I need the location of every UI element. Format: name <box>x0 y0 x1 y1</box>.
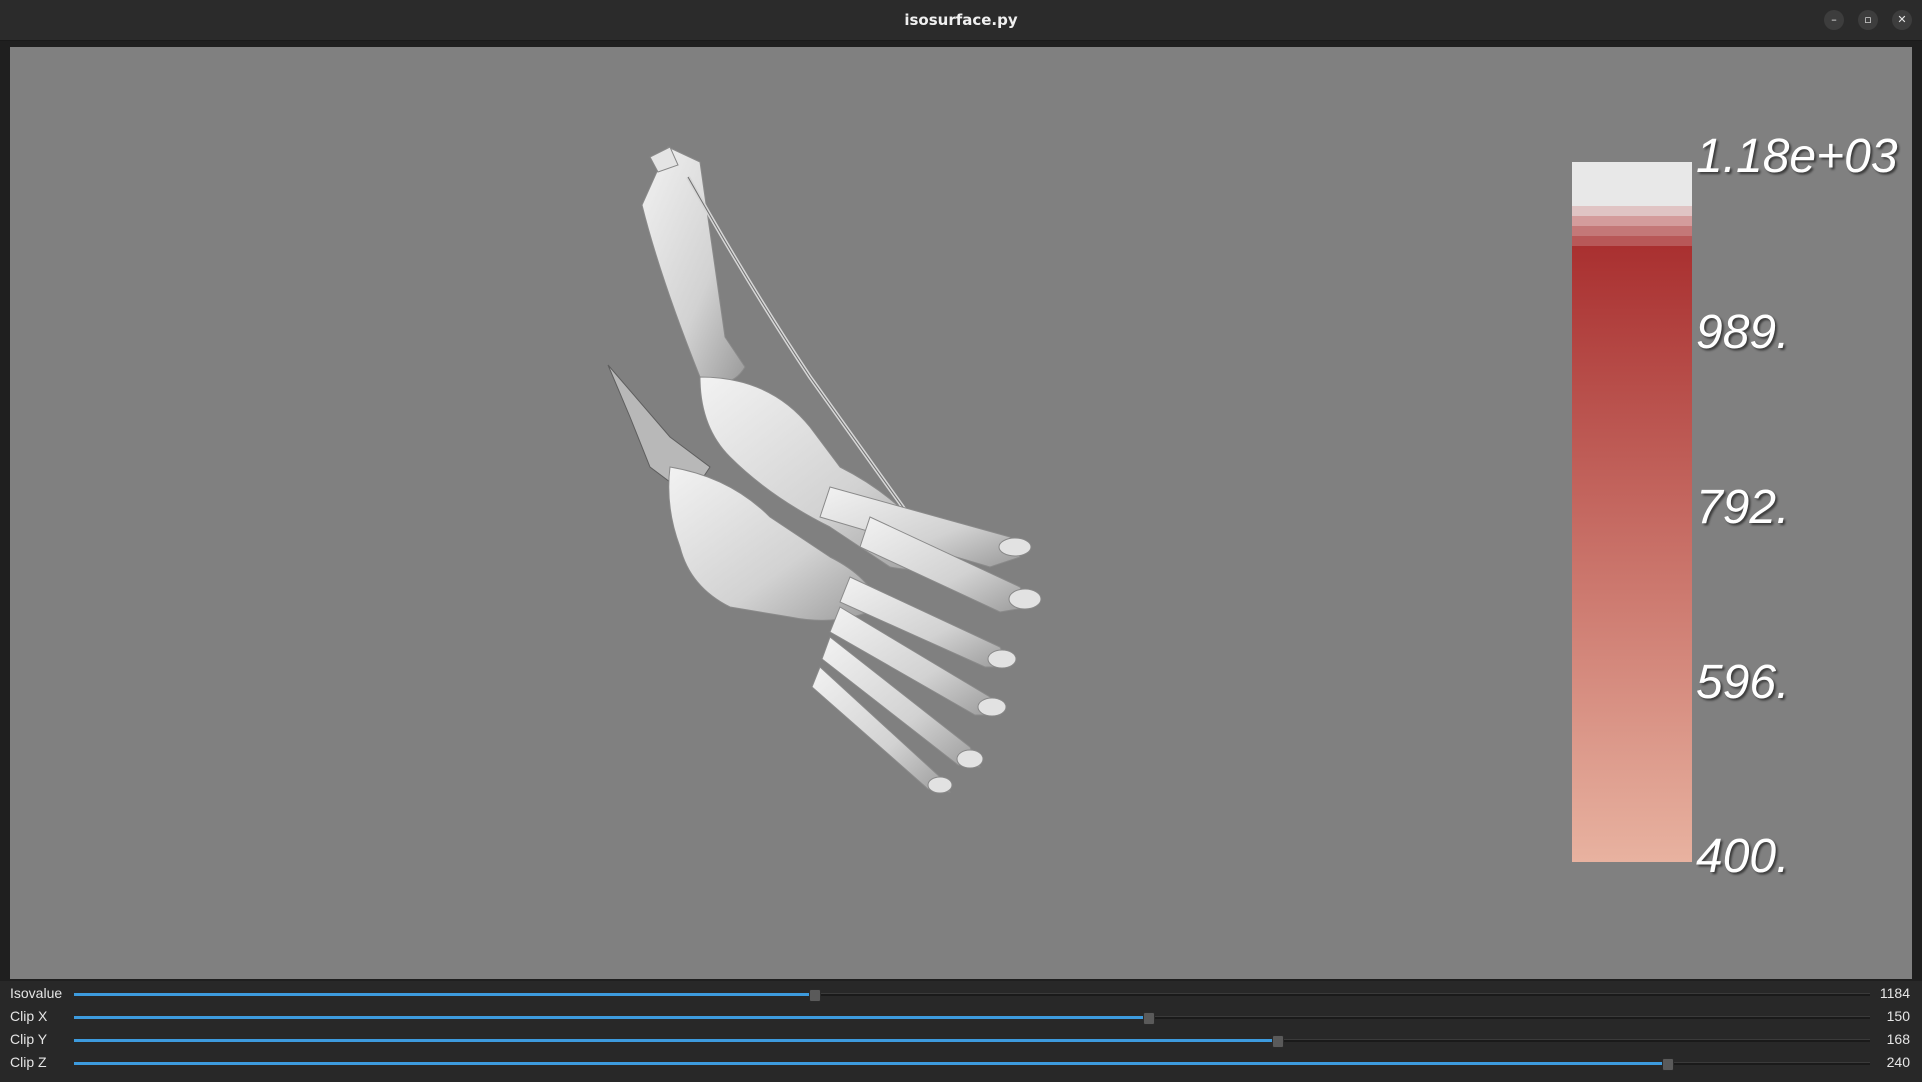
colorbar <box>1572 162 1692 862</box>
clip-y-slider[interactable] <box>74 1035 1870 1048</box>
clip-y-value: 168 <box>1886 1031 1910 1047</box>
isovalue-label: Isovalue <box>10 985 63 1001</box>
clip-y-slider-row: Clip Y 168 <box>0 1028 1922 1051</box>
clip-x-slider-handle[interactable] <box>1143 1012 1155 1025</box>
colorbar-label-792: 792. <box>1696 481 1790 534</box>
close-icon: ✕ <box>1897 13 1907 26</box>
bone-isosurface <box>607 146 1042 794</box>
isovalue-slider[interactable] <box>74 989 1870 1002</box>
minimize-button[interactable]: – <box>1824 10 1844 30</box>
colorbar-gradient <box>1572 246 1692 862</box>
colorbar-label-596: 596. <box>1696 656 1790 709</box>
clip-x-label: Clip X <box>10 1008 48 1024</box>
colorbar-top-band <box>1572 162 1692 206</box>
clip-x-slider-fill <box>74 1016 1148 1019</box>
clip-z-slider-fill <box>74 1062 1668 1065</box>
close-button[interactable]: ✕ <box>1892 10 1912 30</box>
maximize-button[interactable]: ▫ <box>1858 10 1878 30</box>
clip-y-label: Clip Y <box>10 1031 48 1047</box>
clip-y-slider-fill <box>74 1039 1278 1042</box>
clip-x-value: 150 <box>1886 1008 1910 1024</box>
clip-x-slider[interactable] <box>74 1012 1870 1025</box>
minimize-icon: – <box>1831 13 1837 26</box>
clip-z-value: 240 <box>1886 1054 1910 1070</box>
render-viewport[interactable]: 1.18e+03 989. 792. 596. 400. <box>10 47 1912 979</box>
colorbar-label-max: 1.18e+03 <box>1696 130 1898 183</box>
clip-y-slider-handle[interactable] <box>1272 1035 1285 1048</box>
colorbar-label-min: 400. <box>1696 830 1790 883</box>
clip-z-slider-handle[interactable] <box>1662 1058 1675 1071</box>
colorbar-label-989: 989. <box>1696 306 1790 359</box>
clip-x-slider-row: Clip X 150 <box>0 1005 1922 1028</box>
clip-z-slider[interactable] <box>74 1058 1870 1071</box>
isosurface-render <box>607 146 1692 862</box>
isovalue-slider-row: Isovalue 1184 <box>0 982 1922 1005</box>
title-bar: isosurface.py – ▫ ✕ <box>0 0 1922 41</box>
clip-z-label: Clip Z <box>10 1054 47 1070</box>
isovalue-value: 1184 <box>1879 985 1910 1001</box>
window-title: isosurface.py <box>904 11 1018 29</box>
slider-panel: Isovalue 1184 Clip X 150 Clip Y 168 Clip… <box>0 981 1922 1082</box>
maximize-icon: ▫ <box>1864 13 1872 26</box>
isovalue-slider-handle[interactable] <box>808 989 821 1002</box>
clip-z-slider-row: Clip Z 240 <box>0 1051 1922 1074</box>
isovalue-slider-fill <box>74 993 814 996</box>
